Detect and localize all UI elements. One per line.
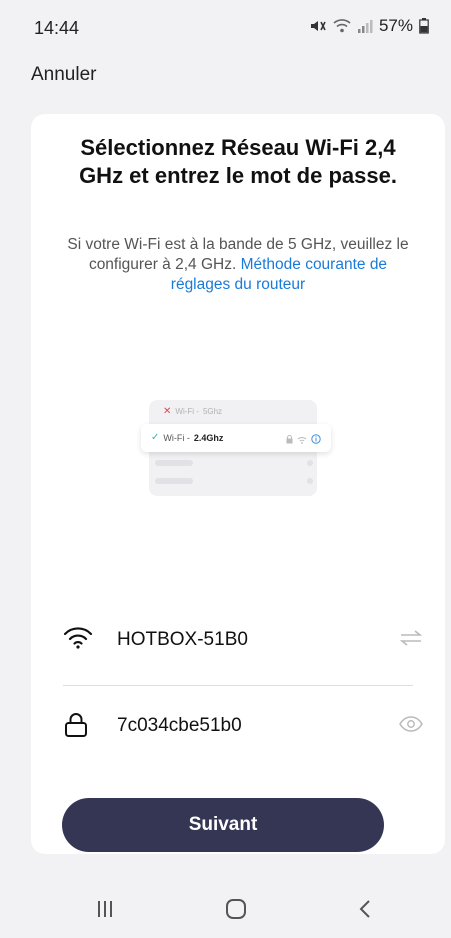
password-value: 7c034cbe51b0 [117,715,242,736]
wifi-icon [63,626,93,655]
mini-wifi-icon [297,431,307,449]
wifi-setup-card: Sélectionnez Réseau Wi-Fi 2,4 GHz et ent… [31,114,445,854]
field-divider [63,685,413,686]
recent-apps-icon[interactable] [97,898,113,925]
mute-icon [309,18,327,34]
network-ssid: HOTBOX-51B0 [117,629,248,650]
illustration-row-24ghz: ✓ Wi-Fi - 2.4Ghz [141,424,331,452]
network-field[interactable]: HOTBOX-51B0 [63,618,423,662]
signal-icon [357,18,373,34]
cross-icon: ✕ [163,406,172,417]
illustration-row2-prefix: Wi-Fi - [163,432,190,443]
cancel-button[interactable]: Annuler [31,64,97,86]
status-icons: 57% [309,16,429,36]
illustration-placeholder-dot [307,460,313,466]
page-title: Sélectionnez Réseau Wi-Fi 2,4 GHz et ent… [79,135,397,188]
illustration-row1-prefix: Wi-Fi - [175,407,199,416]
mini-info-icon [311,431,321,449]
lock-icon [63,712,89,743]
mini-lock-icon [286,431,293,449]
battery-text: 57% [378,16,413,35]
wifi-icon [333,18,351,34]
password-field[interactable]: 7c034cbe51b0 [63,704,423,748]
status-bar: 14:44 57% [0,0,451,52]
home-icon[interactable] [225,898,247,925]
illustration-placeholder-bar [155,478,193,484]
illustration-row-5ghz: ✕ Wi-Fi - 5Ghz [163,406,222,417]
check-icon: ✓ [151,432,160,443]
next-button[interactable]: Suivant [62,798,384,852]
switch-network-icon[interactable] [399,630,423,651]
eye-icon[interactable] [399,716,423,737]
illustration-row1-band: 5Ghz [202,407,223,416]
subtitle: Si votre Wi-Fi est à la bande de 5 GHz, … [61,235,415,295]
back-icon[interactable] [358,898,372,925]
battery-icon [419,18,429,34]
illustration-placeholder-dot [307,478,313,484]
illustration-row2-band: 2.4Ghz [193,432,224,443]
navigation-bar [0,880,451,938]
illustration-placeholder-bar [155,460,193,466]
wifi-band-illustration: ✕ Wi-Fi - 5Ghz ✓ Wi-Fi - 2.4Ghz [141,396,341,506]
status-time: 14:44 [34,18,80,38]
